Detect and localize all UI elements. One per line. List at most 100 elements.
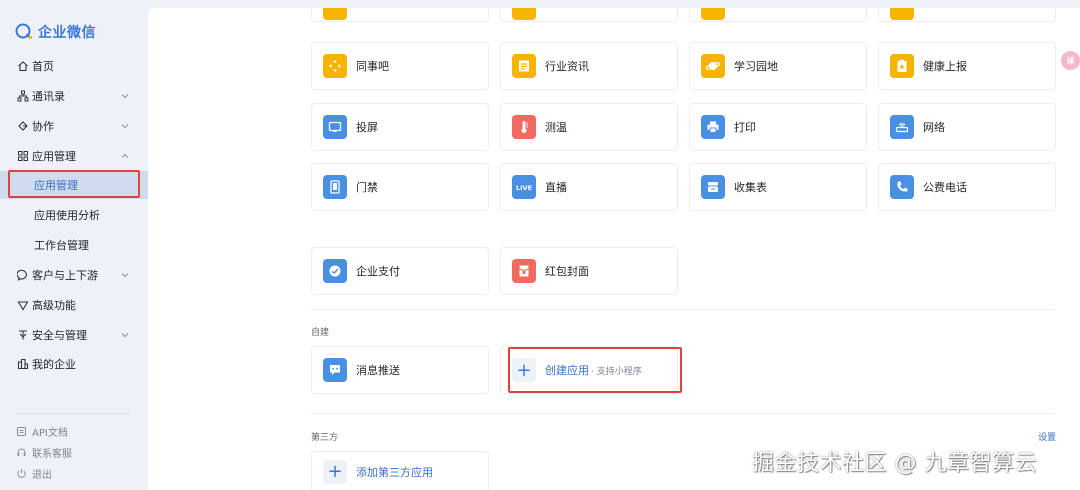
app-name: 投屏 — [356, 121, 378, 134]
chevron-down-icon — [121, 94, 129, 99]
footer-item-label: 退出 — [32, 469, 52, 481]
health-report-icon — [890, 54, 914, 78]
grid-icon — [16, 149, 30, 163]
app-card-colleague-forum[interactable]: 同事吧 — [311, 42, 489, 90]
red-packet-icon — [512, 259, 536, 283]
sidebar-item-contacts[interactable]: 通讯录 — [0, 82, 148, 110]
sidebar-item-home[interactable]: 首页 — [0, 52, 148, 80]
app-name: 企业支付 — [356, 265, 400, 278]
add-third-party-label: 添加第三方应用 — [356, 465, 433, 479]
plus-icon: + — [323, 459, 347, 484]
sidebar: 企业微信 首页 通讯录 协作 应用管理 应用管理 应用使用分析 工作台管理 客户… — [0, 0, 148, 490]
app-card-learning-center[interactable]: 学习园地 — [689, 42, 867, 90]
svg-text:LIVE: LIVE — [516, 184, 532, 192]
network-icon — [890, 115, 914, 139]
app-card-screen-cast[interactable]: 投屏 — [311, 103, 489, 151]
wecom-logo-icon — [15, 23, 33, 40]
section-divider — [311, 413, 1055, 414]
translate-float-button[interactable]: 译 — [1061, 51, 1080, 70]
app-name: 测温 — [545, 121, 567, 134]
footer-item-support[interactable]: 联系客服 — [16, 443, 72, 461]
app-name: 网络 — [923, 121, 945, 134]
app-name: 公费电话 — [923, 181, 967, 194]
sidebar-subitem-workbench-management[interactable]: 工作台管理 — [0, 231, 148, 259]
payment-icon — [323, 259, 347, 283]
app-card-network[interactable]: 网络 — [878, 103, 1056, 151]
chevron-down-icon — [121, 333, 129, 338]
app-card-red-packet-cover[interactable]: 红包封面 — [500, 247, 678, 295]
door-icon — [323, 175, 347, 199]
footer-item-logout[interactable]: 退出 — [16, 464, 52, 482]
plus-icon: + — [512, 358, 536, 382]
sidebar-item-security[interactable]: 安全与管理 — [0, 321, 148, 349]
app-card-message-push[interactable]: 消息推送 — [311, 346, 489, 394]
chat-bubble-icon — [16, 268, 30, 282]
sidebar-item-label: 高级功能 — [32, 299, 76, 312]
chevron-down-icon — [121, 273, 129, 278]
sidebar-divider — [16, 413, 130, 414]
app-name: 健康上报 — [923, 60, 967, 73]
sidebar-item-customers[interactable]: 客户与上下游 — [0, 261, 148, 289]
footer-item-label: API文档 — [32, 427, 68, 439]
partial-app-card[interactable] — [689, 8, 867, 22]
app-name: 直播 — [545, 181, 567, 194]
planet-icon — [701, 54, 725, 78]
live-icon: LIVE — [512, 175, 536, 199]
footer-item-api-docs[interactable]: API文档 — [16, 422, 68, 440]
app-name: 红包封面 — [545, 265, 589, 278]
app-name: 同事吧 — [356, 60, 389, 73]
sidebar-item-label: 安全与管理 — [32, 329, 87, 342]
sidebar-item-label: 我的企业 — [32, 358, 76, 371]
svg-text:译: 译 — [1067, 56, 1076, 66]
sidebar-item-my-enterprise[interactable]: 我的企业 — [0, 350, 148, 378]
app-name: 收集表 — [734, 181, 767, 194]
app-card-live-stream[interactable]: LIVE 直播 — [500, 163, 678, 211]
thermometer-icon — [512, 115, 536, 139]
partial-app-card[interactable] — [311, 8, 489, 22]
partial-app-card[interactable] — [500, 8, 678, 22]
sidebar-subitem-app-management[interactable]: 应用管理 — [0, 171, 148, 199]
screen-cast-icon — [323, 115, 347, 139]
sidebar-subitem-app-usage-analysis[interactable]: 应用使用分析 — [0, 201, 148, 229]
sidebar-item-label: 工作台管理 — [34, 239, 89, 252]
partial-app-card[interactable] — [878, 8, 1056, 22]
section-label-custom: 自建 — [311, 328, 330, 338]
app-card-enterprise-payment[interactable]: 企业支付 — [311, 247, 489, 295]
sidebar-item-label: 应用管理 — [34, 179, 78, 192]
app-card-temperature[interactable]: 测温 — [500, 103, 678, 151]
app-card-health-report[interactable]: 健康上报 — [878, 42, 1056, 90]
add-third-party-app-button[interactable]: + 添加第三方应用 — [311, 451, 489, 490]
chevron-down-icon — [121, 124, 129, 129]
app-card-collection-form[interactable]: 收集表 — [689, 163, 867, 211]
app-name: 打印 — [734, 121, 756, 134]
sidebar-item-collaboration[interactable]: 协作 — [0, 112, 148, 140]
message-icon — [323, 358, 347, 382]
app-card-industry-news[interactable]: 行业资讯 — [500, 42, 678, 90]
app-card-print[interactable]: 打印 — [689, 103, 867, 151]
create-app-hint: · 支持小程序 — [591, 366, 642, 377]
sidebar-item-advanced[interactable]: 高级功能 — [0, 291, 148, 319]
home-icon — [16, 59, 30, 73]
watermark-text: 掘金技术社区 @ 九章智算云 — [752, 451, 1037, 476]
footer-item-label: 联系客服 — [32, 448, 72, 460]
create-app-button[interactable]: + 创建应用 · 支持小程序 — [500, 346, 678, 394]
section-label-third-party: 第三方 — [311, 433, 339, 443]
sidebar-item-label: 应用管理 — [32, 150, 76, 163]
section-divider — [311, 309, 1055, 310]
document-icon — [17, 426, 26, 436]
cross-arrows-icon — [323, 54, 347, 78]
third-party-settings-link[interactable]: 设置 — [1038, 430, 1056, 443]
create-app-label: 创建应用 — [545, 364, 589, 377]
headset-icon — [17, 448, 26, 456]
app-card-access-control[interactable]: 门禁 — [311, 163, 489, 211]
brand-name: 企业微信 — [38, 25, 96, 41]
diamond-icon — [16, 298, 30, 312]
app-name: 门禁 — [356, 181, 378, 194]
building-icon — [16, 357, 30, 371]
news-icon — [512, 54, 536, 78]
sidebar-item-app-management[interactable]: 应用管理 — [0, 142, 148, 170]
sidebar-item-label: 首页 — [32, 60, 54, 73]
app-name: 消息推送 — [356, 364, 400, 377]
brand-logo[interactable]: 企业微信 — [14, 20, 96, 44]
app-card-public-phone[interactable]: 公费电话 — [878, 163, 1056, 211]
